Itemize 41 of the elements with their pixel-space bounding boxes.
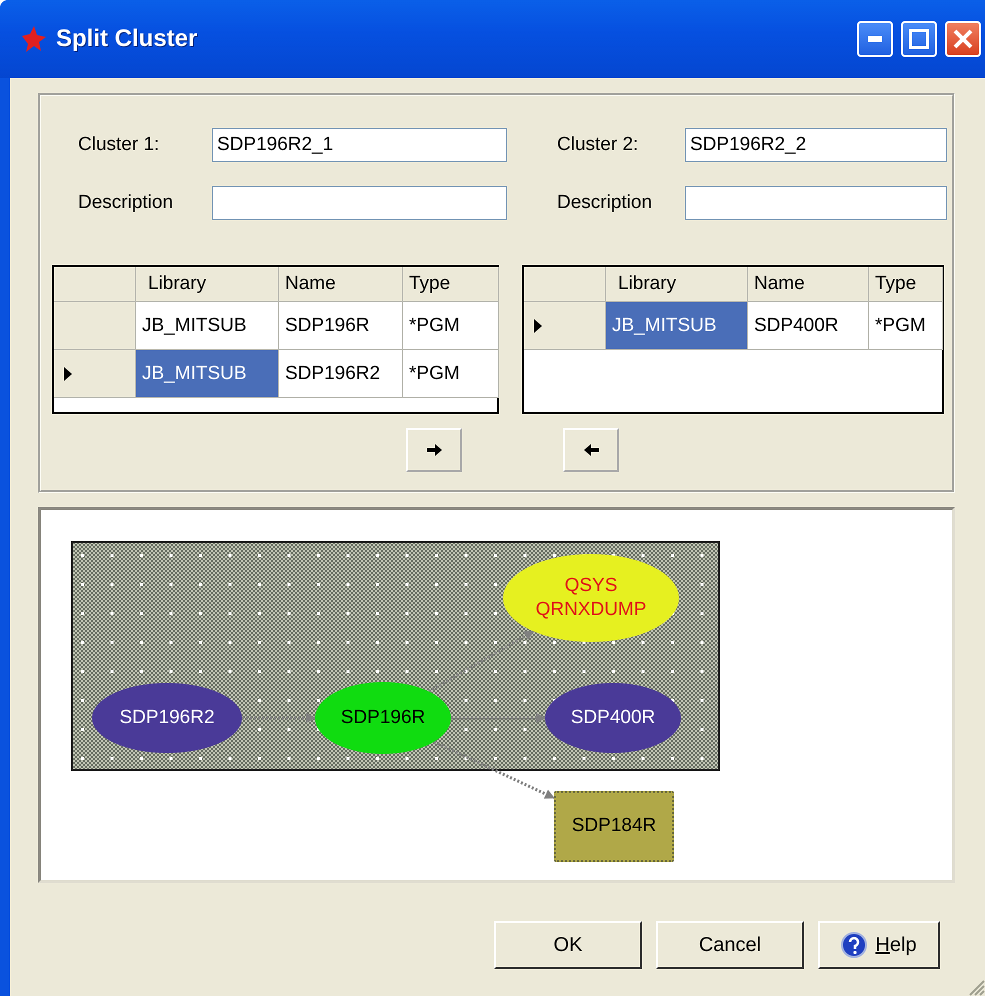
description-field[interactable] [212,186,507,220]
graph-node[interactable]: SDP184R [554,790,674,862]
field-label: Description [78,192,174,214]
table-cell: SDP400R [748,302,869,350]
move-left-button[interactable] [563,428,619,472]
field-label: Description [557,192,654,214]
cluster-name-field[interactable]: SDP196R2_2 [685,128,947,162]
cancel-button[interactable]: Cancel [656,921,804,969]
table-cell: JB_MITSUB [606,302,748,350]
left-arrow-icon [582,442,600,458]
column-header[interactable]: Library [136,267,279,302]
field-label: Cluster 2: [557,134,640,156]
maximize-button[interactable] [901,21,937,57]
close-icon [953,29,973,49]
current-row-icon [64,366,72,380]
window-title: Split Cluster [56,25,198,53]
move-right-button[interactable] [406,428,462,472]
column-header[interactable]: Library [606,267,748,302]
table-cell: SDP196R2 [279,350,403,398]
table-cell: JB_MITSUB [136,350,279,398]
table-cell: SDP196R [279,302,403,350]
table-cell: *PGM [403,302,499,350]
current-row-icon [534,318,542,332]
column-header[interactable]: Name [748,267,869,302]
help-button[interactable]: Help [818,921,940,969]
minimize-icon [868,36,882,42]
column-header[interactable]: Type [403,267,499,302]
right-arrow-icon [424,442,444,458]
field-label: Cluster 1: [78,134,160,156]
column-header[interactable]: Name [279,267,403,302]
ok-button[interactable]: OK [494,921,642,969]
table-cell: JB_MITSUB [136,302,279,350]
description-field[interactable] [685,186,947,220]
cluster-name-field[interactable]: SDP196R2_1 [212,128,507,162]
minimize-button[interactable] [857,21,893,57]
maximize-icon [909,29,929,49]
table-cell: *PGM [403,350,499,398]
column-header[interactable]: Type [869,267,943,302]
help-icon [841,932,868,958]
close-button[interactable] [945,21,981,57]
table-cell: *PGM [869,302,943,350]
